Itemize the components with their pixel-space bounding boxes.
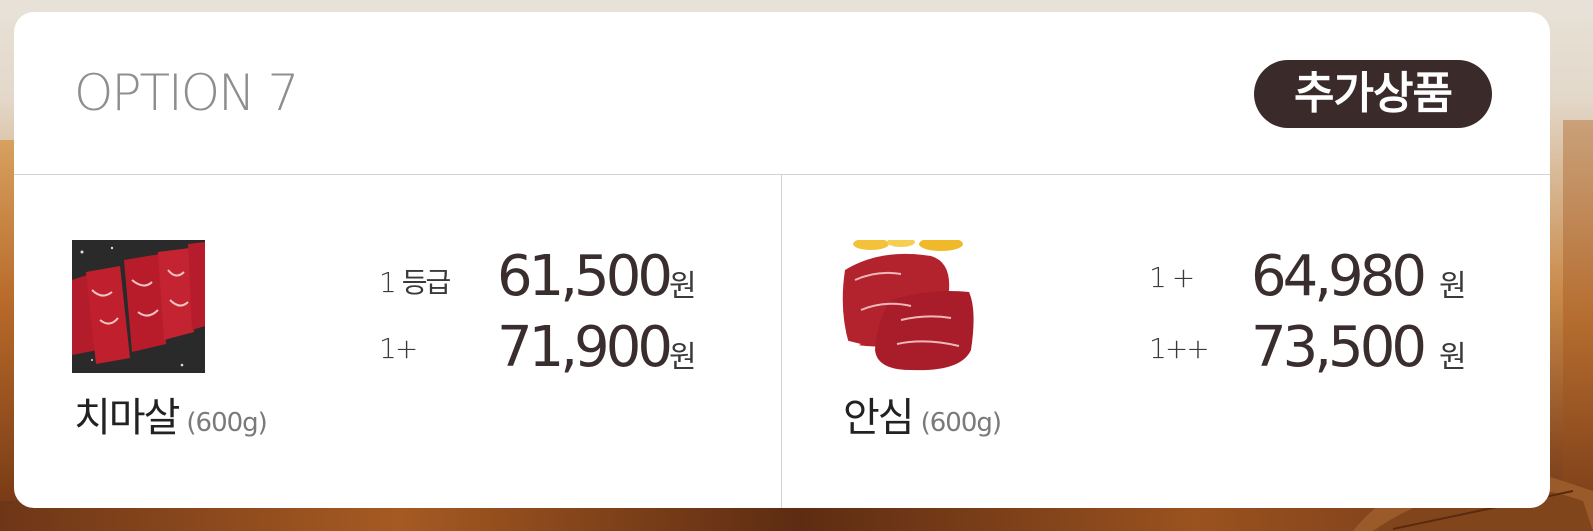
currency-unit: 원 xyxy=(1439,340,1467,375)
currency-unit: 원 xyxy=(669,340,697,375)
currency-unit: 원 xyxy=(1439,269,1467,304)
product-image-chimasal xyxy=(72,240,205,373)
grade-label: 1++ xyxy=(1149,332,1210,365)
currency-unit: 원 xyxy=(669,269,697,304)
option-title: OPTION 7 xyxy=(74,64,299,122)
price-row: 1++ 73,500 원 xyxy=(1149,318,1499,378)
price-amount: 71,900 xyxy=(497,315,673,380)
additional-product-badge: 추가상품 xyxy=(1254,60,1492,128)
product-name: 치마살 (600g) xyxy=(74,393,268,448)
card-header: OPTION 7 추가상품 xyxy=(14,12,1550,175)
price-row: 1 등급 61,500 원 xyxy=(379,247,729,307)
option-card: OPTION 7 추가상품 치마살 (600g) 1 등급 61,500 원 1… xyxy=(14,12,1550,508)
price-row: 1 + 64,980 원 xyxy=(1149,247,1499,307)
grade-label: 1+ xyxy=(379,332,418,365)
product-name-text: 안심 xyxy=(843,395,915,441)
product-weight: (600g) xyxy=(920,408,1002,438)
product-item: 치마살 (600g) 1 등급 61,500 원 1+ 71,900 원 xyxy=(14,175,781,508)
price-amount: 61,500 xyxy=(497,244,673,309)
product-image-ansim xyxy=(841,240,974,373)
product-name-text: 치마살 xyxy=(74,395,180,441)
grade-label: 1 등급 xyxy=(379,266,451,299)
product-item: 안심 (600g) 1 + 64,980 원 1++ 73,500 원 xyxy=(782,175,1550,508)
price-amount: 64,980 xyxy=(1251,244,1427,309)
price-amount: 73,500 xyxy=(1251,315,1427,380)
product-weight: (600g) xyxy=(186,408,267,438)
grade-label: 1 + xyxy=(1149,261,1195,294)
product-name: 안심 (600g) xyxy=(843,393,1002,448)
price-row: 1+ 71,900 원 xyxy=(379,318,729,378)
